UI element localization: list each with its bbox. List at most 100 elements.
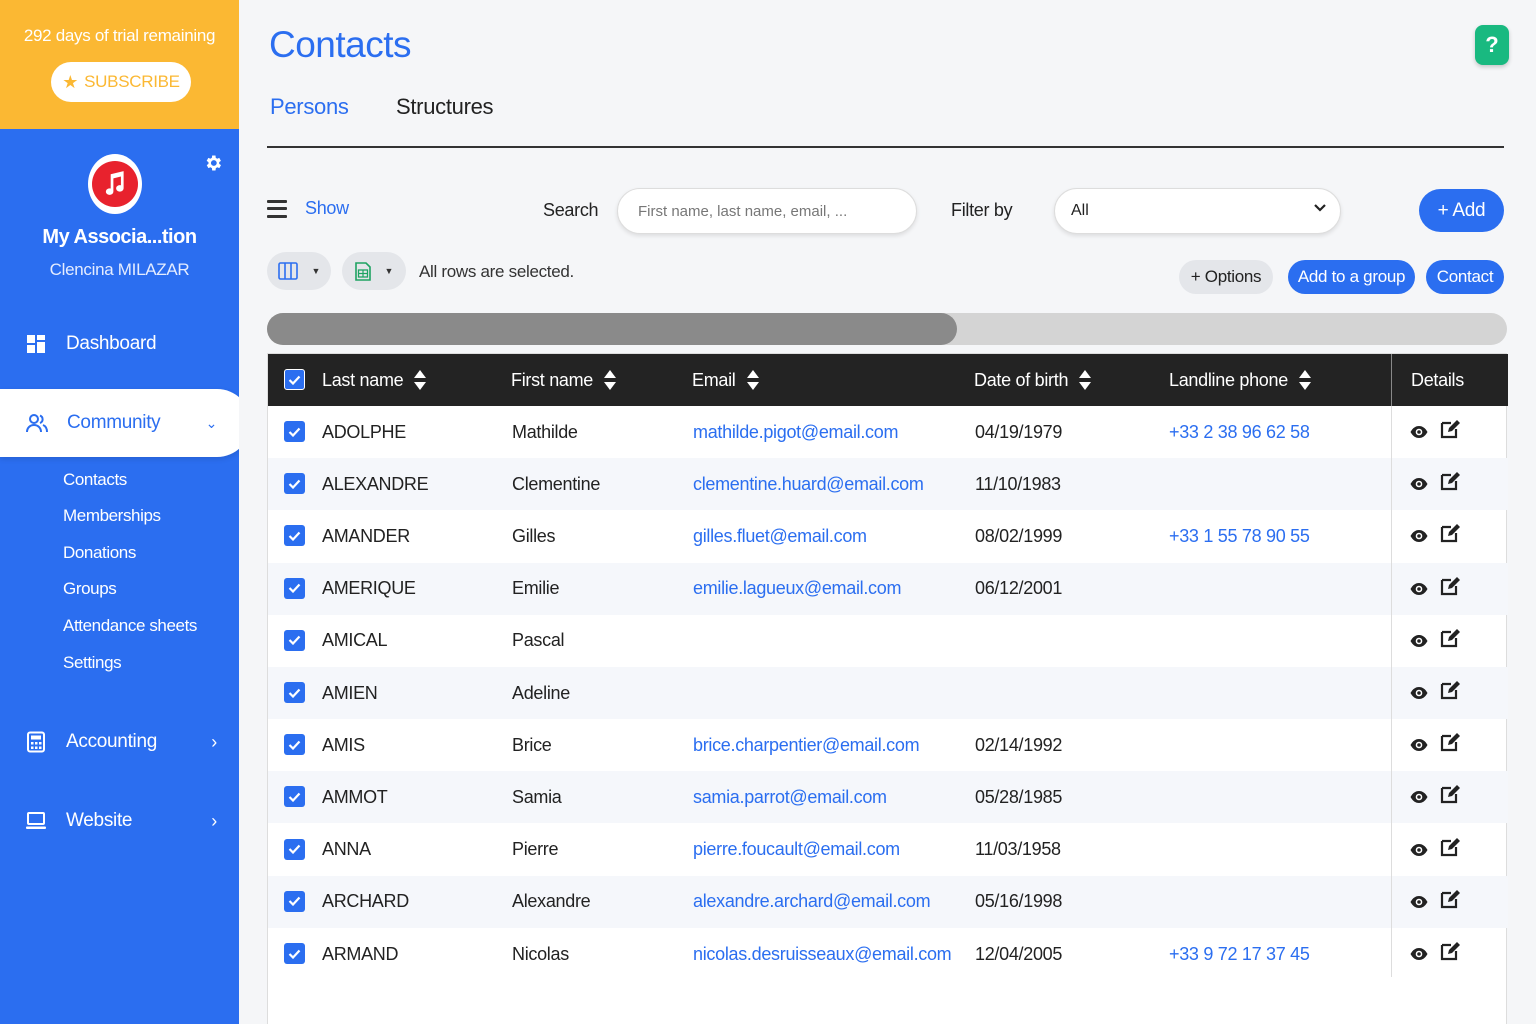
tab-persons[interactable]: Persons <box>270 94 349 120</box>
table-row[interactable]: AMIEN Adeline <box>268 667 1508 719</box>
column-header-landline-phone[interactable]: Landline phone <box>1169 354 1312 406</box>
select-all-checkbox[interactable] <box>284 369 305 390</box>
cell-email[interactable]: samia.parrot@email.com <box>693 771 887 823</box>
check-icon <box>288 844 301 855</box>
edit-icon[interactable] <box>1440 523 1460 543</box>
search-input[interactable] <box>617 188 917 234</box>
column-header-date-of-birth[interactable]: Date of birth <box>974 354 1092 406</box>
row-checkbox[interactable] <box>284 629 305 651</box>
row-checkbox[interactable] <box>284 682 305 703</box>
help-button[interactable]: ? <box>1475 25 1509 65</box>
cell-email[interactable]: alexandre.archard@email.com <box>693 876 931 928</box>
row-checkbox[interactable] <box>284 525 305 547</box>
table-row[interactable]: AMMOT Samia samia.parrot@email.com 05/28/19… <box>268 771 1508 824</box>
column-header-email[interactable]: Email <box>692 354 760 406</box>
cell-last-name: AMICAL <box>322 630 388 651</box>
table-row[interactable]: AMIS Brice brice.charpentier@email.com 02/1… <box>268 719 1508 771</box>
edit-icon[interactable] <box>1440 784 1460 804</box>
nav-dashboard[interactable]: Dashboard <box>0 314 239 374</box>
cell-email[interactable]: clementine.huard@email.com <box>693 458 924 510</box>
view-icon[interactable] <box>1409 526 1429 546</box>
sidebar-item-contacts[interactable]: Contacts <box>63 470 127 490</box>
cell-email[interactable]: nicolas.desruisseaux@email.com <box>693 928 952 980</box>
cell-email[interactable]: gilles.fluet@email.com <box>693 510 867 562</box>
edit-icon[interactable] <box>1440 419 1460 439</box>
organization-name[interactable]: My Associa...tion <box>0 226 239 249</box>
tab-structures[interactable]: Structures <box>396 94 494 120</box>
cell-email[interactable]: brice.charpentier@email.com <box>693 719 920 771</box>
view-icon[interactable] <box>1409 840 1429 860</box>
show-button[interactable]: Show <box>267 198 349 219</box>
view-icon[interactable] <box>1409 944 1429 964</box>
row-checkbox[interactable] <box>284 890 305 912</box>
table-row[interactable]: ARCHARD Alexandre alexandre.archard@email.… <box>268 875 1508 928</box>
sidebar-item-memberships[interactable]: Memberships <box>63 506 161 526</box>
cell-landline-phone[interactable]: +33 9 72 17 37 45 <box>1169 928 1310 980</box>
edit-icon[interactable] <box>1440 680 1460 700</box>
columns-icon <box>277 262 298 280</box>
view-icon[interactable] <box>1409 474 1429 494</box>
table-row[interactable]: AMERIQUE Emilie emilie.lagueux@email.com 06… <box>268 562 1508 615</box>
cell-last-name: AMMOT <box>322 786 388 807</box>
row-checkbox[interactable] <box>284 577 305 599</box>
filter-select[interactable]: All <box>1054 188 1341 234</box>
sidebar-item-settings[interactable]: Settings <box>63 653 122 673</box>
contact-button[interactable]: Contact <box>1426 260 1504 294</box>
view-icon[interactable] <box>1409 422 1429 442</box>
edit-icon[interactable] <box>1440 941 1460 961</box>
table-row[interactable]: ARMAND Nicolas nicolas.desruisseaux@email.… <box>268 928 1508 980</box>
chevron-right-icon: › <box>211 810 217 831</box>
user-name: Clencina MILAZAR <box>49 260 190 279</box>
cell-landline-phone[interactable]: +33 1 55 78 90 55 <box>1169 510 1310 562</box>
view-icon[interactable] <box>1409 683 1429 703</box>
edit-icon[interactable] <box>1440 576 1460 596</box>
scrollbar-thumb[interactable] <box>267 313 957 345</box>
cell-landline-phone[interactable]: +33 2 38 96 62 58 <box>1169 406 1310 458</box>
column-header-last-name[interactable]: Last name <box>322 354 427 406</box>
chevron-down-icon <box>1314 204 1326 212</box>
table-row[interactable]: AMICAL Pascal <box>268 615 1508 667</box>
table-row[interactable]: ADOLPHE Mathilde mathilde.pigot@email.com 0… <box>268 406 1508 458</box>
row-checkbox[interactable] <box>284 421 305 442</box>
add-button[interactable]: + Add <box>1419 189 1504 232</box>
columns-toggle[interactable]: ▼ <box>267 252 331 290</box>
view-icon[interactable] <box>1409 787 1429 807</box>
trial-banner: 292 days of trial remaining ★ SUBSCRIBE <box>0 0 239 129</box>
view-icon[interactable] <box>1409 892 1429 912</box>
subscribe-button[interactable]: ★ SUBSCRIBE <box>51 62 191 102</box>
edit-icon[interactable] <box>1440 471 1460 491</box>
edit-icon[interactable] <box>1440 837 1460 857</box>
row-checkbox[interactable] <box>284 786 305 808</box>
edit-icon[interactable] <box>1440 732 1460 752</box>
horizontal-scrollbar[interactable] <box>267 313 1507 345</box>
cell-email[interactable]: mathilde.pigot@email.com <box>693 406 898 458</box>
nav-accounting[interactable]: Accounting › <box>0 712 239 772</box>
edit-icon[interactable] <box>1440 628 1460 648</box>
options-button[interactable]: + Options <box>1179 260 1273 294</box>
add-to-group-button[interactable]: Add to a group <box>1288 260 1415 294</box>
nav-website[interactable]: Website › <box>0 791 239 851</box>
table-row[interactable]: ANNA Pierre pierre.foucault@email.com 11/03… <box>268 824 1508 876</box>
sidebar-item-attendance-sheets[interactable]: Attendance sheets <box>63 616 197 636</box>
edit-icon[interactable] <box>1440 889 1460 909</box>
row-checkbox[interactable] <box>284 473 305 495</box>
sidebar-item-donations[interactable]: Donations <box>63 543 136 563</box>
gear-icon[interactable] <box>203 153 223 173</box>
cell-first-name: Gilles <box>512 525 556 546</box>
table-row[interactable]: AMANDER Gilles gilles.fluet@email.com 08/02… <box>268 510 1508 562</box>
nav-community[interactable]: Community ⌄ <box>0 389 251 457</box>
row-checkbox[interactable] <box>284 943 305 964</box>
sidebar-item-groups[interactable]: Groups <box>63 579 117 599</box>
caret-down-icon: ▼ <box>384 266 394 276</box>
export-toggle[interactable]: ▼ <box>342 252 406 290</box>
view-icon[interactable] <box>1409 735 1429 755</box>
cell-email[interactable]: pierre.foucault@email.com <box>693 824 900 876</box>
table-row[interactable]: ALEXANDRE Clementine clementine.huard@emai… <box>268 458 1508 511</box>
row-checkbox[interactable] <box>284 734 305 756</box>
column-header-first-name[interactable]: First name <box>511 354 617 406</box>
row-checkbox[interactable] <box>284 838 305 860</box>
view-icon[interactable] <box>1409 631 1429 651</box>
cell-email[interactable]: emilie.lagueux@email.com <box>693 563 901 615</box>
view-icon[interactable] <box>1409 579 1429 599</box>
sort-icon <box>746 370 759 390</box>
